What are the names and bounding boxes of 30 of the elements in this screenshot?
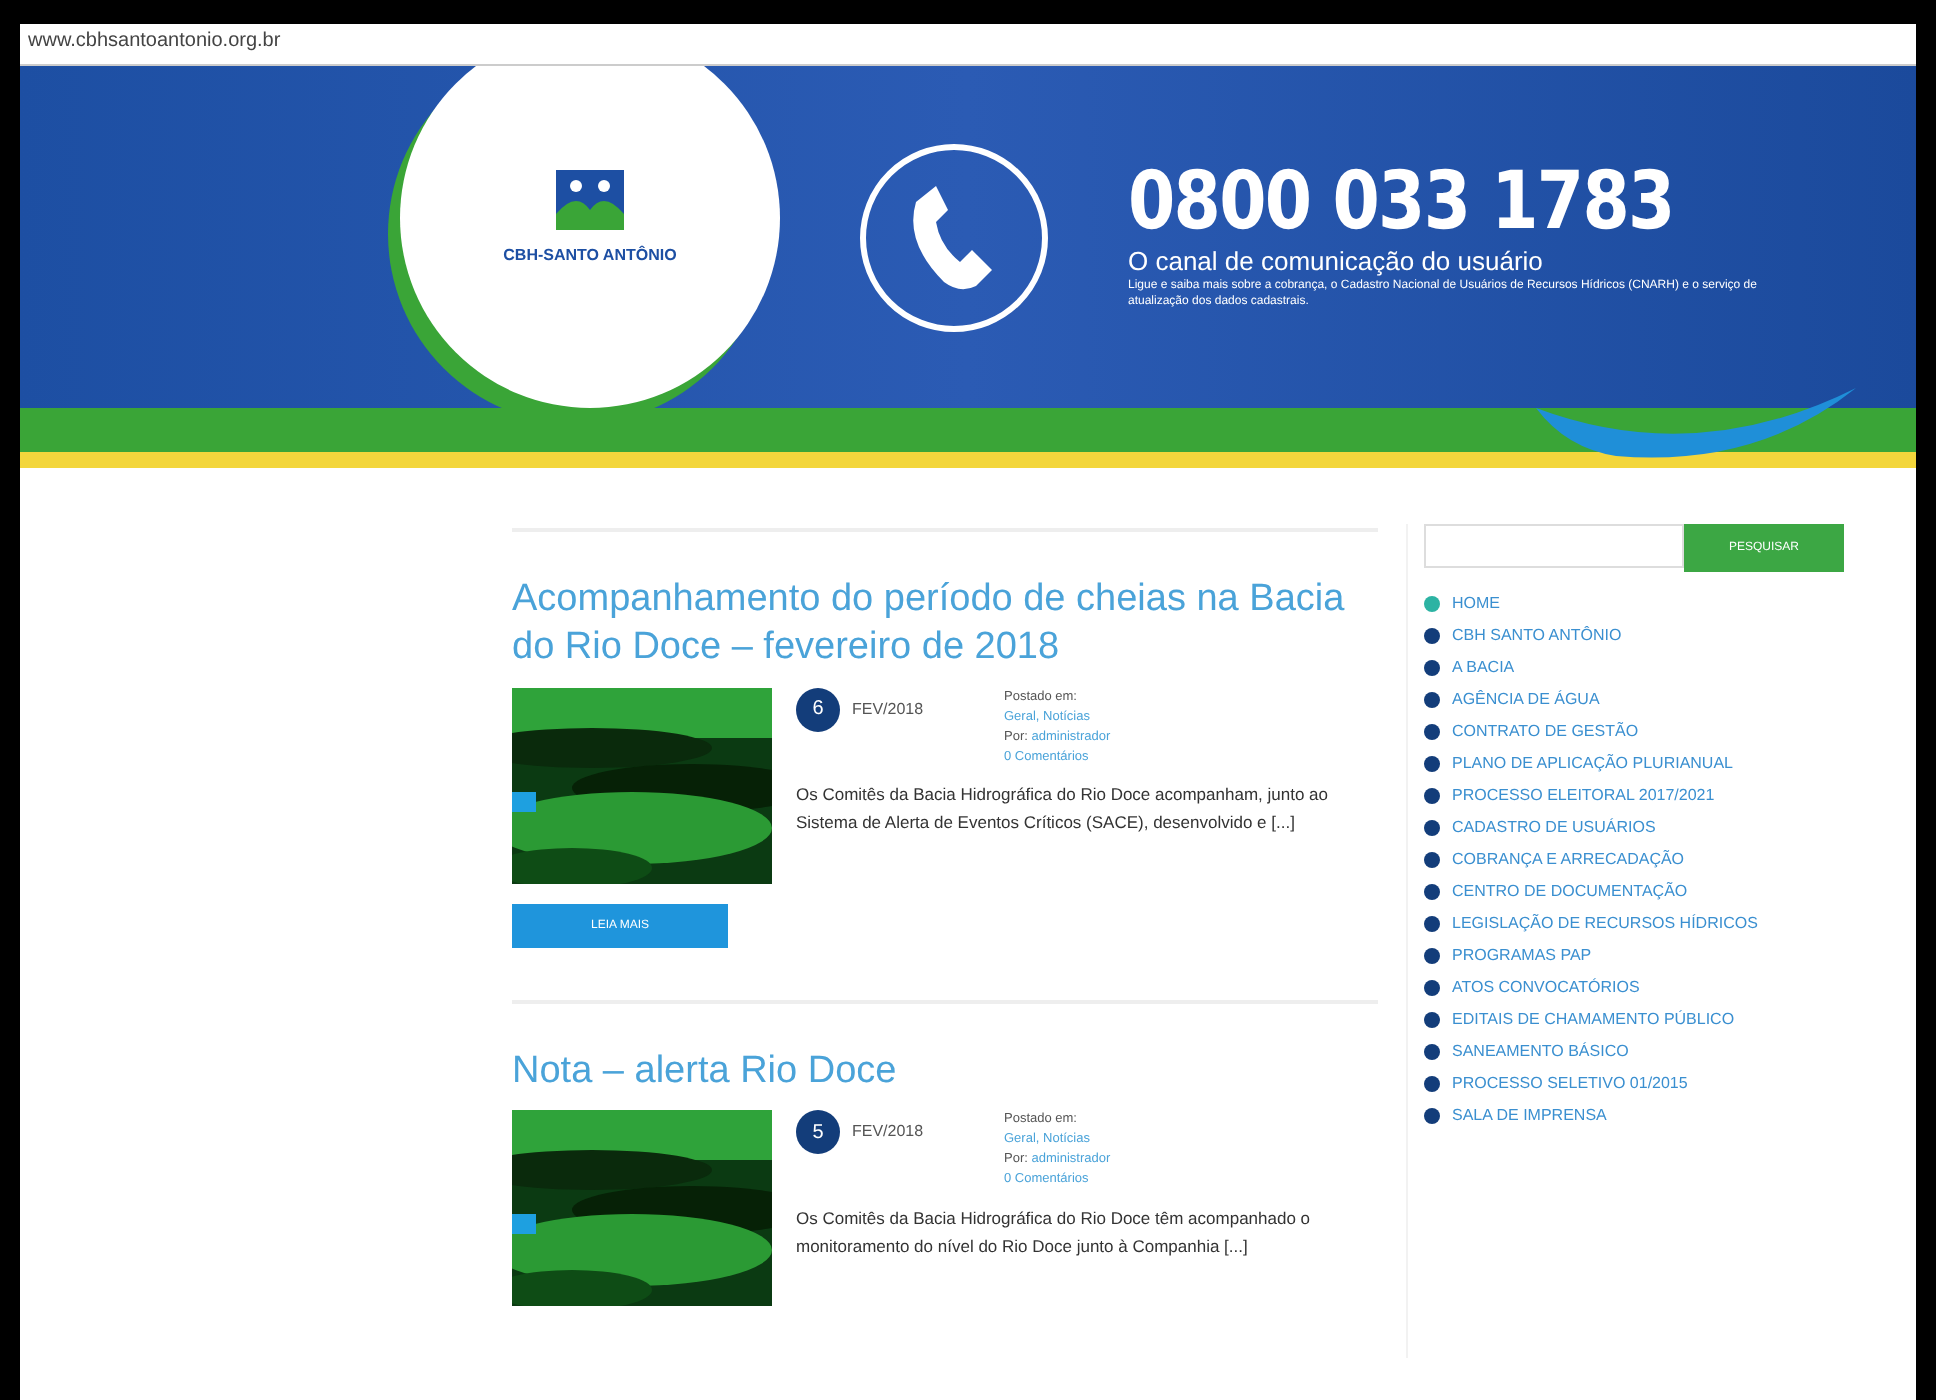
menu-item[interactable]: A BACIA <box>1452 656 1515 680</box>
date-month: FEV/2018 <box>852 1122 924 1141</box>
menu-item[interactable]: COBRANÇA E ARRECADAÇÃO <box>1452 848 1685 872</box>
menu-item[interactable]: PROCESSO SELETIVO 01/2015 <box>1452 1072 1688 1096</box>
menu-item[interactable]: EDITAIS DE CHAMAMENTO PÚBLICO <box>1452 1008 1735 1032</box>
menu-item[interactable]: CADASTRO DE USUÁRIOS <box>1452 816 1656 840</box>
menu-item[interactable]: PLANO DE APLICAÇÃO PLURIANUAL <box>1452 752 1733 776</box>
search-field[interactable] <box>1424 524 1684 568</box>
phone-number: 0800 033 1783 <box>1128 162 1676 243</box>
banner-tagline: O canal de comunicação do usuário <box>1128 246 1545 277</box>
menu-item[interactable]: ATOS CONVOCATÓRIOS <box>1452 976 1640 1000</box>
date-month: FEV/2018 <box>852 699 924 717</box>
logo-icon <box>556 170 624 230</box>
post-title[interactable]: Nota – alerta Rio Doce <box>512 1047 1378 1095</box>
logo-text: CBH-SANTO ANTÔNIO <box>503 246 677 264</box>
menu-item[interactable]: PROCESSO ELEITORAL 2017/2021 <box>1452 784 1715 808</box>
date-day: 6 <box>796 687 840 731</box>
menu-item[interactable]: HOME <box>1452 592 1500 616</box>
menu-item[interactable]: CONTRATO DE GESTÃO <box>1452 720 1639 744</box>
post-excerpt: Os Comitês da Bacia Hidrográfica do Rio Doce acompanham, junto ao Sistema de Alerta de Eventos Críticos (SACE), desenvolvido e [...] <box>796 781 1330 837</box>
menu-item[interactable]: SANEAMENTO BÁSICO <box>1452 1040 1629 1064</box>
post-excerpt: Os Comitês da Bacia Hidrográfica do Rio Doce têm acompanhado o monitoramento do nível do Rio Doce junto à Companhia [...] <box>796 1205 1313 1260</box>
menu-item[interactable]: PROGRAMAS PAP <box>1452 944 1592 968</box>
menu-item[interactable]: LEGISLAÇÃO DE RECURSOS HÍDRICOS <box>1452 912 1758 936</box>
menu-item[interactable]: SALA DE IMPRENSA <box>1452 1104 1607 1128</box>
post-title[interactable]: Acompanhamento do período de cheias na Bacia do Rio Doce – fevereiro de 2018 <box>512 576 1378 671</box>
menu-item[interactable]: AGÊNCIA DE ÁGUA <box>1452 688 1600 712</box>
date-day: 5 <box>796 1110 840 1155</box>
menu-item[interactable]: CENTRO DE DOCUMENTAÇÃO <box>1452 880 1688 904</box>
menu-item[interactable]: CBH SANTO ANTÔNIO <box>1452 624 1622 648</box>
